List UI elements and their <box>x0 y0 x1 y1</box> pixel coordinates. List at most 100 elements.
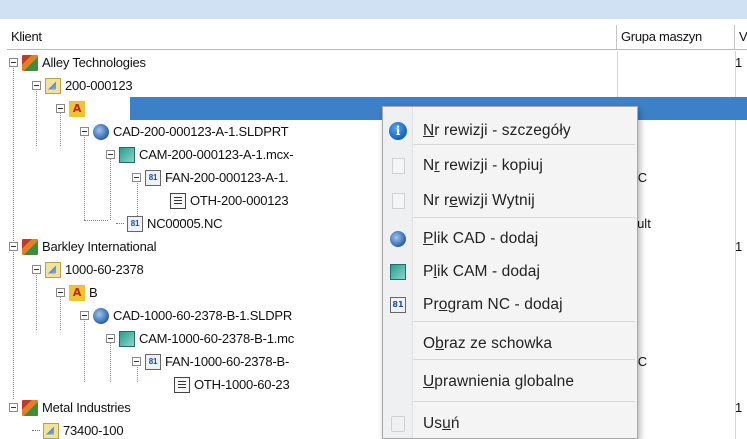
tree-node[interactable]: Metal Industries <box>9 396 131 419</box>
tree-node-label: OTH-1000-60-23 <box>194 377 290 392</box>
menu-item[interactable]: 81 Program NC - dodaj <box>383 290 637 320</box>
tree-node-label: NC00005.NC <box>147 216 223 231</box>
menu-separator <box>413 401 635 402</box>
tree-node[interactable]: CAM-1000-60-2378-B-1.mc <box>106 327 294 350</box>
menu-label-part: prawnienia globalne <box>434 373 575 390</box>
menu-item-label: Nr rewizji - kopiuj <box>423 157 543 175</box>
collapse-toggle-icon[interactable] <box>32 265 41 274</box>
tree-row[interactable]: Alley Technologies 1 <box>0 51 747 74</box>
menu-item: Nr rewizji - kopiuj <box>383 151 637 181</box>
collapse-toggle-icon[interactable] <box>9 58 18 67</box>
tree-node[interactable]: 73400-100 <box>32 419 124 439</box>
collapse-toggle-icon[interactable] <box>9 403 18 412</box>
tree-node-label: FAN-200-000123-A-1. <box>165 170 289 185</box>
cut-icon <box>389 192 407 210</box>
tree-connector <box>116 222 124 225</box>
column-header-ve[interactable]: Ve <box>735 25 747 49</box>
cad-icon <box>389 230 407 248</box>
collapse-toggle-icon[interactable] <box>132 357 141 366</box>
tree-node-label: CAD-200-000123-A-1.SLDPRT <box>113 124 289 139</box>
tree-node-label: CAD-1000-60-2378-B-1.SLDPR <box>113 308 293 323</box>
tree-node[interactable]: 81 FAN-200-000123-A-1. <box>132 166 289 189</box>
tree-row[interactable]: 200-000123 <box>0 74 747 97</box>
menu-label-part: lik CAD - dodaj <box>433 230 539 247</box>
ve-cell: 1 <box>735 400 743 415</box>
menu-label-part: N <box>423 122 435 139</box>
menu-label-part: wizji Wytnij <box>457 192 535 209</box>
menu-item[interactable]: Plik CAM - dodaj <box>383 257 637 287</box>
menu-label-part: b <box>435 335 444 352</box>
menu-label-part: N <box>423 157 435 174</box>
copy-icon <box>389 157 407 175</box>
tree-node[interactable]: OTH-200-000123 <box>170 189 289 212</box>
cad-icon <box>93 123 109 140</box>
tree-node[interactable]: 81 NC00005.NC <box>116 212 223 235</box>
ve-cell: 1 <box>735 55 743 70</box>
tree-node-label: Alley Technologies <box>42 55 146 70</box>
collapse-toggle-icon[interactable] <box>80 311 89 320</box>
tree-node-label: FAN-1000-60-2378-B- <box>165 354 290 369</box>
menu-label-part: r rewizji - szczegóły <box>434 122 571 139</box>
menu-separator <box>413 217 635 218</box>
nc-program-icon: 81 <box>389 296 407 314</box>
grid-header: Klient Grupa maszyn Ve <box>7 25 747 50</box>
menu-separator <box>413 321 635 322</box>
tree-node[interactable]: CAD-1000-60-2378-B-1.SLDPR <box>80 304 292 327</box>
tree-node[interactable]: AB <box>56 281 98 304</box>
tree-node[interactable]: CAD-200-000123-A-1.SLDPRT <box>80 120 289 143</box>
tree-node[interactable]: 200-000123 <box>32 74 133 97</box>
tree-node-label: CAM-200-000123-A-1.mcx- <box>139 147 294 162</box>
tree-node[interactable]: Alley Technologies <box>9 51 146 74</box>
part-icon <box>43 422 59 439</box>
tree-node-label: B <box>89 285 98 300</box>
tree-node[interactable]: OTH-1000-60-23 <box>174 373 290 396</box>
collapse-toggle-icon[interactable] <box>32 81 41 90</box>
info-icon: i <box>389 122 407 140</box>
tree-node[interactable]: CAM-200-000123-A-1.mcx- <box>106 143 294 166</box>
tree-node-label: 73400-100 <box>63 423 124 438</box>
menu-label-part: gram NC - dodaj <box>447 296 563 313</box>
collapse-toggle-icon[interactable] <box>132 173 141 182</box>
tree-node-label: 1000-60-2378 <box>65 262 144 277</box>
menu-label-part: ń <box>450 415 460 432</box>
menu-item-label: Uprawnienia globalne <box>423 373 574 391</box>
tree-node[interactable]: AA <box>56 97 98 120</box>
collapse-toggle-icon[interactable] <box>106 334 115 343</box>
collapse-toggle-icon[interactable] <box>9 242 18 251</box>
column-header-client[interactable]: Klient <box>7 25 617 49</box>
menu-label-part: raz ze schowka <box>443 335 553 352</box>
nc-icon: 81 <box>145 353 161 370</box>
menu-item-label: Plik CAD - dodaj <box>423 230 538 248</box>
collapse-toggle-icon[interactable] <box>106 150 115 159</box>
menu-separator <box>413 359 635 360</box>
tree-connector <box>32 429 40 432</box>
tree-node[interactable]: 1000-60-2378 <box>32 258 144 281</box>
tree-node[interactable]: 81 FAN-1000-60-2378-B- <box>132 350 289 373</box>
menu-item[interactable]: Obraz ze schowka <box>383 329 637 359</box>
collapse-toggle-icon[interactable] <box>56 104 65 113</box>
column-header-machine-group[interactable]: Grupa maszyn <box>617 25 735 49</box>
client-icon <box>22 238 38 255</box>
menu-item[interactable]: i Nr rewizji - szczegóły <box>383 116 637 146</box>
menu-item: Usuń <box>383 409 637 439</box>
menu-label-part: Nr r <box>423 192 450 209</box>
menu-item: Nr rewizji Wytnij <box>383 186 637 216</box>
delete-icon <box>389 415 407 433</box>
menu-label-part: U <box>423 373 435 390</box>
menu-label-part: rewizji - kopiuj <box>439 157 543 174</box>
collapse-toggle-icon[interactable] <box>80 127 89 136</box>
menu-label-part: ik CAM - dodaj <box>437 263 541 280</box>
menu-item[interactable]: Plik CAD - dodaj <box>383 224 637 254</box>
context-menu: i Nr rewizji - szczegóły Nr rewizji - kopi… <box>382 106 638 439</box>
menu-label-part: O <box>423 335 436 352</box>
menu-label-part: Us <box>423 415 443 432</box>
nc-icon: 81 <box>145 169 161 186</box>
menu-item-label: Nr rewizji Wytnij <box>423 192 535 210</box>
collapse-toggle-icon[interactable] <box>56 288 65 297</box>
cam-icon <box>119 330 135 347</box>
tree-node[interactable]: Barkley International <box>9 235 157 258</box>
menu-item-label: Program NC - dodaj <box>423 296 563 314</box>
tree-node-label: Metal Industries <box>42 400 131 415</box>
menu-item[interactable]: Uprawnienia globalne <box>383 367 637 397</box>
tree-node-label: 200-000123 <box>65 78 133 93</box>
